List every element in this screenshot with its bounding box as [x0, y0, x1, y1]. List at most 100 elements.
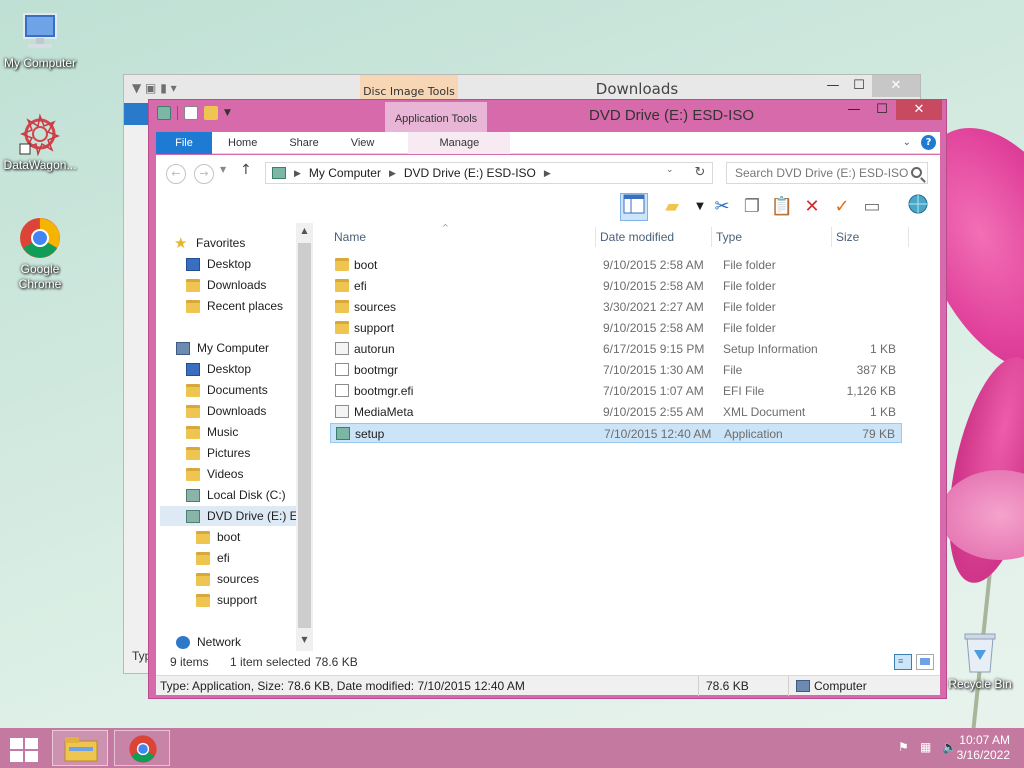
network-globe-button[interactable]: [904, 193, 932, 221]
address-dropdown-icon[interactable]: ⌄: [666, 165, 674, 175]
forward-button[interactable]: →: [194, 164, 214, 184]
details-view-button[interactable]: ≡: [894, 654, 912, 670]
window-titlebar[interactable]: ▼ Application Tools DVD Drive (E:) ESD-I…: [149, 100, 946, 133]
table-row[interactable]: support 9/10/2015 2:58 AM File folder: [330, 318, 902, 338]
application-tools-tab[interactable]: Application Tools: [385, 102, 487, 133]
scroll-up-icon[interactable]: ▲: [296, 226, 313, 235]
tab-view[interactable]: View: [335, 132, 391, 154]
folder-options-button[interactable]: ▰: [658, 193, 686, 221]
tab-home[interactable]: Home: [212, 132, 273, 154]
desktop-icon-recycle-bin[interactable]: Recycle Bin: [945, 630, 1015, 691]
nav-pc-music[interactable]: Music: [186, 422, 238, 442]
breadcrumb-my-computer[interactable]: My Computer: [309, 166, 381, 180]
file-name: support: [354, 321, 395, 335]
table-row[interactable]: sources 3/30/2021 2:27 AM File folder: [330, 297, 902, 317]
nav-scrollbar[interactable]: ▲ ▼: [296, 223, 313, 651]
breadcrumb-dvd-drive[interactable]: DVD Drive (E:) ESD-ISO: [404, 166, 536, 180]
folder-icon: [335, 279, 349, 292]
desktop-icon-datawagon[interactable]: DataWagon...: [0, 112, 80, 173]
nav-fav-desktop[interactable]: Desktop: [186, 254, 251, 274]
start-button[interactable]: [8, 736, 38, 762]
back-button[interactable]: ←: [166, 164, 186, 184]
nav-pc-desktop[interactable]: Desktop: [186, 359, 251, 379]
nav-pc-pictures[interactable]: Pictures: [186, 443, 250, 463]
nav-local-disk[interactable]: Local Disk (C:): [186, 485, 286, 505]
nav-pc-videos[interactable]: Videos: [186, 464, 243, 484]
help-icon[interactable]: ?: [921, 135, 936, 150]
details-bar: Type: Application, Size: 78.6 KB, Date m…: [156, 675, 940, 696]
search-input[interactable]: Search DVD Drive (E:) ESD-ISO: [726, 162, 928, 184]
table-row[interactable]: setup 7/10/2015 12:40 AM Application 79 …: [330, 423, 902, 443]
up-arrow-icon[interactable]: ↑: [240, 162, 252, 178]
volume-muted-icon[interactable]: 🔈: [942, 740, 957, 754]
cut-icon[interactable]: ✂: [708, 193, 736, 221]
action-center-flag-icon[interactable]: ⚑: [898, 740, 912, 754]
checkmark-icon[interactable]: ✓: [828, 193, 856, 221]
tab-file[interactable]: File: [156, 132, 212, 154]
tab-share[interactable]: Share: [273, 132, 334, 154]
breadcrumb-separator-icon[interactable]: ▶: [389, 168, 396, 179]
large-icons-view-button[interactable]: [916, 654, 934, 670]
rename-icon[interactable]: ▭: [858, 193, 886, 221]
new-folder-icon[interactable]: [204, 106, 218, 120]
nav-label: Downloads: [207, 404, 267, 418]
breadcrumb-separator-icon[interactable]: ▶: [544, 168, 551, 179]
chrome-icon: [129, 735, 157, 763]
nav-dvd-support[interactable]: support: [196, 590, 257, 610]
clock[interactable]: 10:07 AM 3/16/2022: [957, 733, 1010, 763]
nav-pc-downloads[interactable]: Downloads: [186, 401, 266, 421]
column-header-name[interactable]: Name: [334, 227, 366, 247]
scrollbar-thumb[interactable]: [298, 243, 311, 628]
close-button[interactable]: ✕: [896, 100, 942, 120]
table-row[interactable]: bootmgr.efi 7/10/2015 1:07 AM EFI File 1…: [330, 381, 902, 401]
chevron-down-icon[interactable]: ▼: [224, 108, 231, 118]
maximize-button[interactable]: ☐: [868, 100, 896, 120]
table-row[interactable]: autorun 6/17/2015 9:15 PM Setup Informat…: [330, 339, 902, 359]
large-icons-view-icon: [920, 658, 930, 665]
refresh-button[interactable]: ↻: [686, 162, 714, 184]
delete-icon[interactable]: ✕: [798, 193, 826, 221]
network-status-icon[interactable]: ▦: [920, 740, 934, 754]
scroll-down-icon[interactable]: ▼: [296, 635, 313, 644]
maximize-button[interactable]: ☐: [846, 75, 872, 97]
breadcrumb-separator-icon[interactable]: ▶: [294, 168, 301, 179]
desktop-icon-google-chrome[interactable]: Google Chrome: [0, 216, 80, 292]
minimize-button[interactable]: —: [840, 100, 868, 120]
address-bar[interactable]: ▶ My Computer ▶ DVD Drive (E:) ESD-ISO ▶: [265, 162, 713, 184]
nav-my-computer[interactable]: My Computer: [176, 338, 269, 358]
nav-favorites[interactable]: ★ Favorites: [174, 233, 245, 253]
nav-pc-documents[interactable]: Documents: [186, 380, 268, 400]
taskbar-google-chrome[interactable]: [114, 730, 170, 766]
preview-pane-button[interactable]: [620, 193, 648, 221]
nav-label: Desktop: [207, 257, 252, 271]
taskbar-file-explorer[interactable]: [52, 730, 108, 766]
table-row[interactable]: boot 9/10/2015 2:58 AM File folder: [330, 255, 902, 275]
close-button[interactable]: ✕: [872, 75, 920, 97]
column-header-size[interactable]: Size: [831, 227, 909, 247]
table-row[interactable]: efi 9/10/2015 2:58 AM File folder: [330, 276, 902, 296]
recent-locations-icon[interactable]: ▼: [220, 165, 226, 174]
explorer-window[interactable]: ▼ Application Tools DVD Drive (E:) ESD-I…: [148, 99, 947, 699]
tab-manage[interactable]: Manage: [408, 132, 511, 154]
search-button[interactable]: [908, 164, 928, 182]
properties-icon[interactable]: [184, 106, 198, 120]
nav-dvd-efi[interactable]: efi: [196, 548, 230, 568]
downloads-folder-icon: [186, 278, 200, 292]
nav-dvd-drive[interactable]: DVD Drive (E:) ES: [160, 506, 306, 526]
desktop-icon-my-computer[interactable]: My Computer: [0, 10, 80, 71]
column-header-type[interactable]: Type: [711, 227, 742, 247]
minimize-button[interactable]: —: [820, 75, 846, 97]
column-header-date[interactable]: Date modified: [595, 227, 674, 247]
nav-fav-downloads[interactable]: Downloads: [186, 275, 266, 295]
expand-ribbon-icon[interactable]: ⌄: [903, 137, 911, 148]
table-row[interactable]: bootmgr 7/10/2015 1:30 AM File 387 KB: [330, 360, 902, 380]
nav-dvd-sources[interactable]: sources: [196, 569, 259, 589]
table-row[interactable]: MediaMeta 9/10/2015 2:55 AM XML Document…: [330, 402, 902, 422]
nav-network[interactable]: Network: [176, 632, 241, 652]
copy-icon[interactable]: ❐: [738, 193, 766, 221]
status-bar: 9 items 1 item selected 78.6 KB ≡: [156, 651, 940, 675]
paste-icon[interactable]: 📋: [768, 193, 796, 221]
nav-dvd-boot[interactable]: boot: [196, 527, 240, 547]
nav-fav-recent-places[interactable]: Recent places: [186, 296, 283, 316]
folder-options-icon: ▰: [665, 196, 679, 217]
